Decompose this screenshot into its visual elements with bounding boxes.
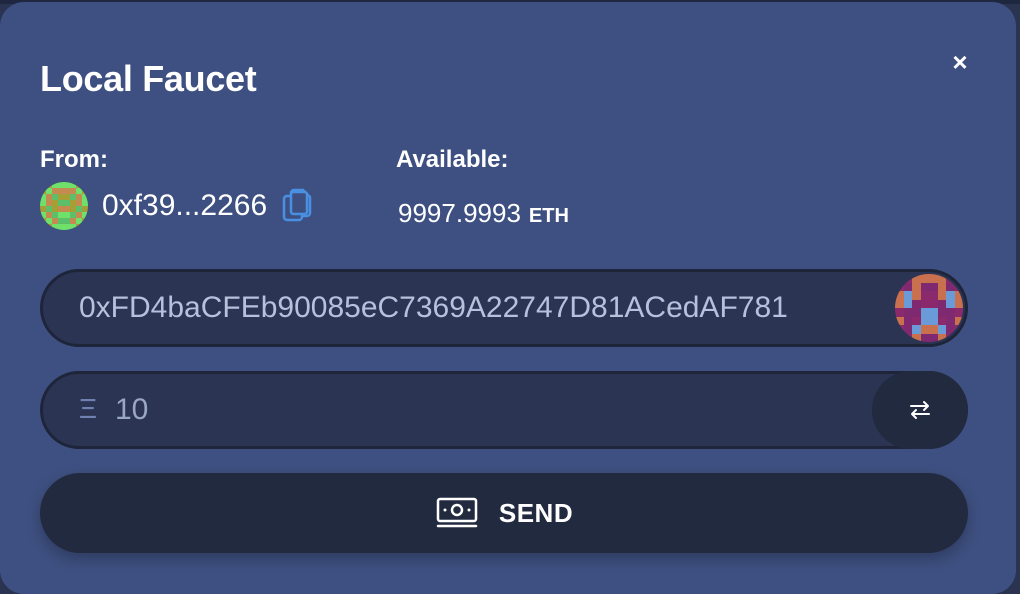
available-label: Available: [396, 146, 509, 173]
blockie-avatar-icon [40, 182, 88, 230]
send-button[interactable]: SEND [40, 473, 968, 553]
available-balance: 9997.9993 ETH [398, 198, 569, 229]
cash-icon [436, 497, 478, 528]
copy-icon[interactable] [281, 188, 313, 224]
balance-amount: 9997.9993 [398, 198, 521, 228]
recipient-address-input[interactable] [79, 272, 859, 344]
blockie-avatar-icon [895, 274, 963, 342]
from-address: 0xf39...2266 [102, 189, 268, 222]
modal-title: Local Faucet [40, 58, 257, 99]
close-icon: × [952, 46, 968, 77]
faucet-modal: Local Faucet × From: Available: 0xf39...… [0, 2, 1016, 594]
close-button[interactable]: × [944, 46, 976, 78]
balance-unit: ETH [528, 205, 569, 227]
swap-arrows-icon [910, 401, 930, 419]
from-label: From: [40, 146, 108, 173]
from-address-row: 0xf39...2266 [40, 182, 313, 230]
eth-symbol-icon: Ξ [78, 393, 98, 424]
recipient-field [40, 269, 968, 347]
swap-units-button[interactable] [872, 371, 968, 449]
amount-field: Ξ [40, 371, 968, 449]
send-label: SEND [498, 497, 574, 528]
amount-input[interactable] [115, 374, 835, 446]
